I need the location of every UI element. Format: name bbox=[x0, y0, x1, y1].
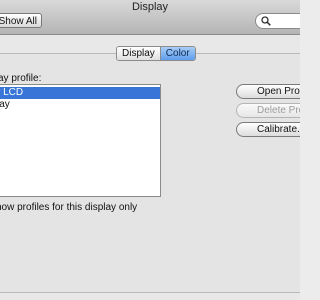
tab-color[interactable]: Color bbox=[160, 47, 195, 60]
search-field[interactable] bbox=[255, 13, 300, 29]
show-all-button[interactable]: Show All bbox=[0, 13, 42, 28]
profile-item-color-lcd[interactable]: r LCD bbox=[0, 87, 160, 99]
show-profiles-checkbox-label[interactable]: how profiles for this display only bbox=[0, 202, 137, 213]
display-profile-label: ay profile: bbox=[0, 73, 42, 84]
search-icon bbox=[261, 16, 271, 26]
window-title: Display bbox=[131, 1, 169, 13]
delete-profile-button[interactable]: Delete Profile bbox=[236, 103, 300, 118]
display-preferences-window: Display Show All Display Color ay profil… bbox=[0, 0, 300, 300]
profile-list[interactable]: r LCD lay bbox=[0, 84, 161, 197]
tab-bar: Display Color bbox=[116, 46, 196, 61]
window-toolbar: Display Show All bbox=[0, 0, 300, 35]
open-profile-button[interactable]: Open Profile bbox=[236, 84, 300, 99]
tab-display[interactable]: Display bbox=[117, 47, 161, 60]
calibrate-button[interactable]: Calibrate... bbox=[236, 122, 300, 137]
profile-item-display[interactable]: lay bbox=[0, 99, 160, 111]
